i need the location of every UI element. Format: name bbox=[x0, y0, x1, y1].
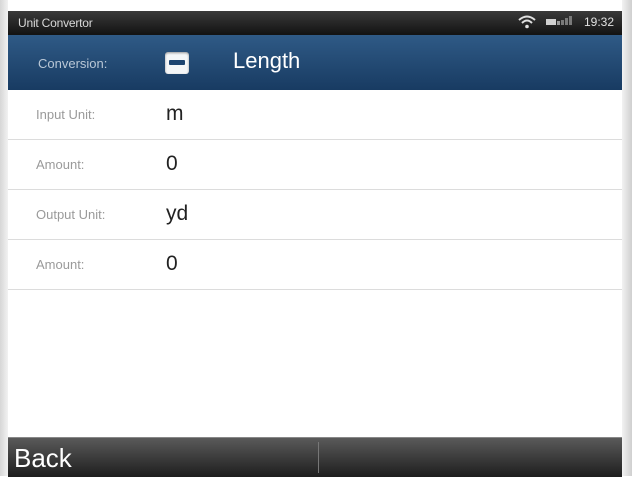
back-button[interactable]: Back bbox=[14, 443, 72, 474]
status-bar: Unit Convertor 19:32 bbox=[8, 11, 622, 35]
input-unit-row[interactable]: Input Unit: m bbox=[8, 90, 622, 140]
output-unit-value[interactable]: yd bbox=[166, 202, 188, 226]
status-icons: 19:32 bbox=[518, 15, 614, 29]
row-label: Output Unit: bbox=[36, 207, 106, 222]
conversion-form: Input Unit: m Amount: 0 Output Unit: yd … bbox=[8, 90, 622, 290]
output-amount-value: 0 bbox=[166, 252, 178, 275]
input-amount-row[interactable]: Amount: 0 bbox=[8, 140, 622, 190]
input-amount-value[interactable]: 0 bbox=[166, 152, 178, 176]
row-label: Amount: bbox=[36, 157, 85, 172]
row-label: Amount: bbox=[36, 257, 85, 272]
row-label: Input Unit: bbox=[36, 107, 96, 122]
clock: 19:32 bbox=[583, 15, 614, 29]
battery-icon bbox=[545, 16, 574, 28]
softkey-divider bbox=[318, 442, 319, 473]
wifi-icon bbox=[518, 15, 536, 29]
softkey-right[interactable] bbox=[320, 438, 622, 477]
phone-screen: Unit Convertor 19:32 Conversion: Length … bbox=[0, 0, 632, 477]
length-icon[interactable] bbox=[165, 52, 189, 74]
input-unit-value[interactable]: m bbox=[166, 102, 184, 126]
app-title: Unit Convertor bbox=[18, 16, 93, 30]
softkey-bar: Back bbox=[8, 437, 622, 477]
output-amount-row: Amount: 0 bbox=[8, 240, 622, 290]
conversion-label: Conversion: bbox=[38, 56, 108, 71]
output-unit-row[interactable]: Output Unit: yd bbox=[8, 190, 622, 240]
conversion-header[interactable]: Conversion: Length bbox=[8, 35, 622, 92]
conversion-value[interactable]: Length bbox=[233, 48, 300, 74]
